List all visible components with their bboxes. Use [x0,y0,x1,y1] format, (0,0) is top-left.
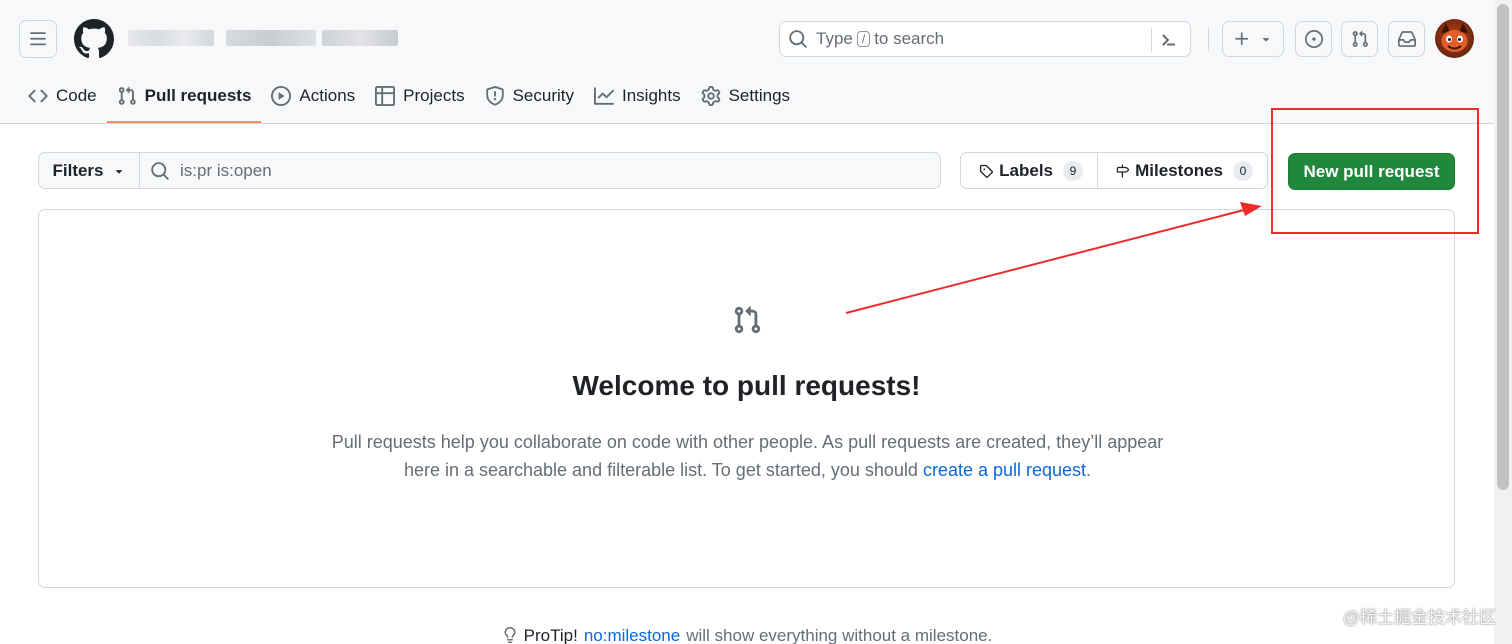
pr-blankslate: Welcome to pull requests! Pull requests … [38,209,1455,588]
pr-search-query: is:pr is:open [180,160,272,180]
graph-icon [594,87,614,105]
labels-label: Labels [999,160,1053,180]
tab-actions[interactable]: Actions [261,76,365,116]
tab-pull-requests-label: Pull requests [144,86,252,105]
annotation-highlight-box [1271,108,1479,234]
tab-code-label: Code [56,86,97,105]
triangle-down-icon [115,169,122,174]
milestones-button[interactable]: Milestones 0 [1097,152,1268,189]
search-hotkey: / [856,31,871,47]
light-bulb-icon [504,627,516,643]
protip-text: will show everything without a milestone… [686,626,993,644]
hamburger-icon [30,32,46,46]
labels-button[interactable]: Labels 9 [960,152,1098,189]
inbox-icon [1397,31,1416,47]
inbox-button[interactable] [1388,21,1425,57]
git-pull-request-icon [734,306,761,334]
command-palette-icon[interactable] [1160,29,1182,51]
tab-security-label: Security [512,86,574,105]
gear-icon [701,86,720,106]
tab-settings-label: Settings [728,86,791,105]
tab-settings[interactable]: Settings [691,76,800,116]
repo-name-redacted [322,30,398,46]
milestones-count: 0 [1233,160,1253,181]
app-header: Type / to search Code Pull requests Acti… [0,0,1494,124]
scrollbar-thumb[interactable] [1497,4,1509,490]
header-divider [1208,27,1209,51]
pull-requests-button[interactable] [1341,21,1378,57]
blankslate-trailing: . [1086,460,1092,480]
blankslate-title: Welcome to pull requests! [572,370,921,401]
shield-icon [485,86,504,106]
repo-owner-redacted [128,30,214,46]
search-icon [151,161,169,180]
labels-count: 9 [1063,160,1083,181]
search-suffix: to search [874,29,945,48]
filters-button[interactable]: Filters [38,152,140,189]
search-placeholder: Type / to search [816,29,944,49]
tab-security[interactable]: Security [475,76,584,116]
issues-button[interactable] [1295,21,1332,57]
code-icon [28,89,48,103]
global-search-input[interactable]: Type / to search [779,21,1191,57]
triangle-down-icon [1262,38,1270,42]
plus-icon [1235,32,1249,46]
github-logo-icon[interactable] [74,19,114,59]
protip-label: ProTip! [523,626,578,644]
table-icon [375,86,396,106]
page-scrollbar[interactable] [1494,0,1512,644]
search-icon [789,30,807,48]
issue-opened-icon [1304,30,1323,48]
create-pull-request-link[interactable]: create a pull request [923,460,1086,480]
tab-pull-requests[interactable]: Pull requests [106,76,262,123]
pr-search-input[interactable]: is:pr is:open [139,152,941,189]
menu-button[interactable] [19,20,57,58]
git-pull-request-icon [1352,30,1368,47]
tab-projects[interactable]: Projects [365,76,474,116]
avatar-face-icon [1441,23,1468,52]
protip: ProTip! no:milestone will show everythin… [0,626,1494,644]
tab-code[interactable]: Code [18,76,107,116]
tab-projects-label: Projects [403,86,465,105]
milestone-icon [1116,163,1130,178]
tab-actions-label: Actions [299,86,356,105]
filters-label: Filters [52,160,104,180]
create-new-button[interactable] [1222,21,1284,57]
repo-tabs: Code Pull requests Actions Projects Secu… [18,76,800,124]
tab-insights-label: Insights [622,86,681,105]
tag-icon [979,164,993,178]
user-avatar[interactable] [1435,19,1474,58]
repo-path-redacted [226,30,316,46]
no-milestone-link[interactable]: no:milestone [584,626,680,644]
watermark: @稀土掘金技术社区 [1342,608,1496,627]
search-prefix: Type [816,29,853,48]
search-divider [1151,28,1152,52]
play-icon [271,86,292,106]
milestones-label: Milestones [1135,160,1223,180]
tab-insights[interactable]: Insights [584,76,691,116]
blankslate-description: Pull requests help you collaborate on co… [329,428,1166,484]
git-pull-request-icon [118,86,136,105]
